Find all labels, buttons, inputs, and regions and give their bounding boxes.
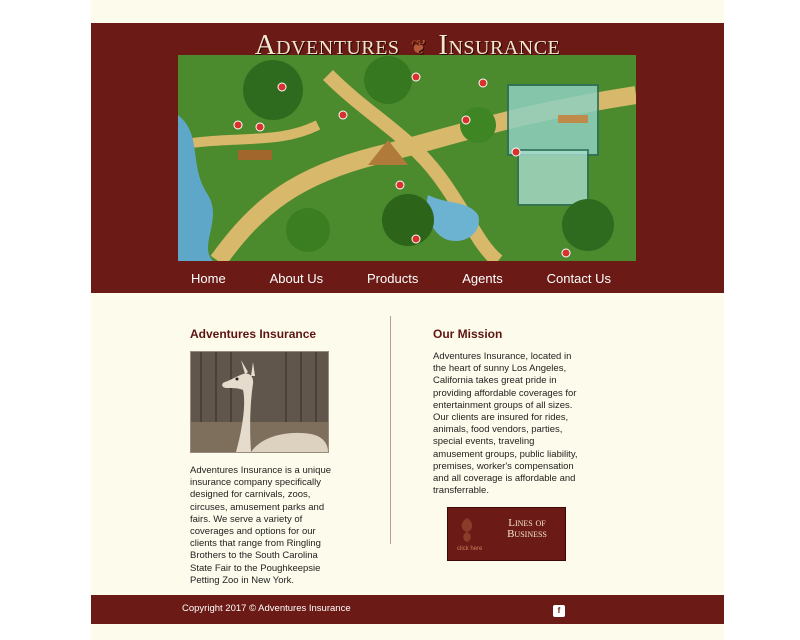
about-text: Adventures Insurance is a unique insuran… (190, 465, 332, 586)
mission-heading: Our Mission (433, 327, 503, 341)
footer: Copyright 2017 © Adventures Insurance f (91, 595, 724, 624)
nav-products[interactable]: Products (367, 271, 418, 293)
main-nav: Home About Us Products Agents Contact Us (191, 271, 611, 293)
page: Adventures ❦ Insurance Home About Us Pro… (91, 0, 724, 640)
nav-about-us[interactable]: About Us (270, 271, 323, 293)
nav-contact-us[interactable]: Contact Us (547, 271, 611, 293)
mission-text: Adventures Insurance, located in the hea… (433, 351, 578, 497)
column-divider (390, 316, 391, 544)
main-content: Adventures Insurance Adventures Insuranc… (91, 293, 724, 595)
llama-image (191, 352, 328, 452)
header: Adventures ❦ Insurance Home About Us Pro… (91, 23, 724, 293)
zoo-map-illustration (178, 55, 636, 261)
ornament-icon (461, 518, 473, 542)
facebook-icon[interactable]: f (553, 605, 565, 617)
click-here-label: click here (457, 546, 483, 552)
nav-home[interactable]: Home (191, 271, 226, 293)
lines-of-business-button[interactable]: Lines of Business click here (447, 507, 566, 561)
about-heading: Adventures Insurance (190, 327, 317, 341)
mission-column: Our Mission Adventures Insurance, locate… (433, 327, 583, 561)
about-column: Adventures Insurance Adventures Insuranc… (190, 327, 340, 586)
banner-illustration (178, 55, 636, 261)
copyright-text: Copyright 2017 © Adventures Insurance (182, 603, 351, 614)
llama-photo (190, 351, 329, 453)
nav-agents[interactable]: Agents (462, 271, 502, 293)
lines-of-business-label: Lines of Business (507, 517, 547, 540)
